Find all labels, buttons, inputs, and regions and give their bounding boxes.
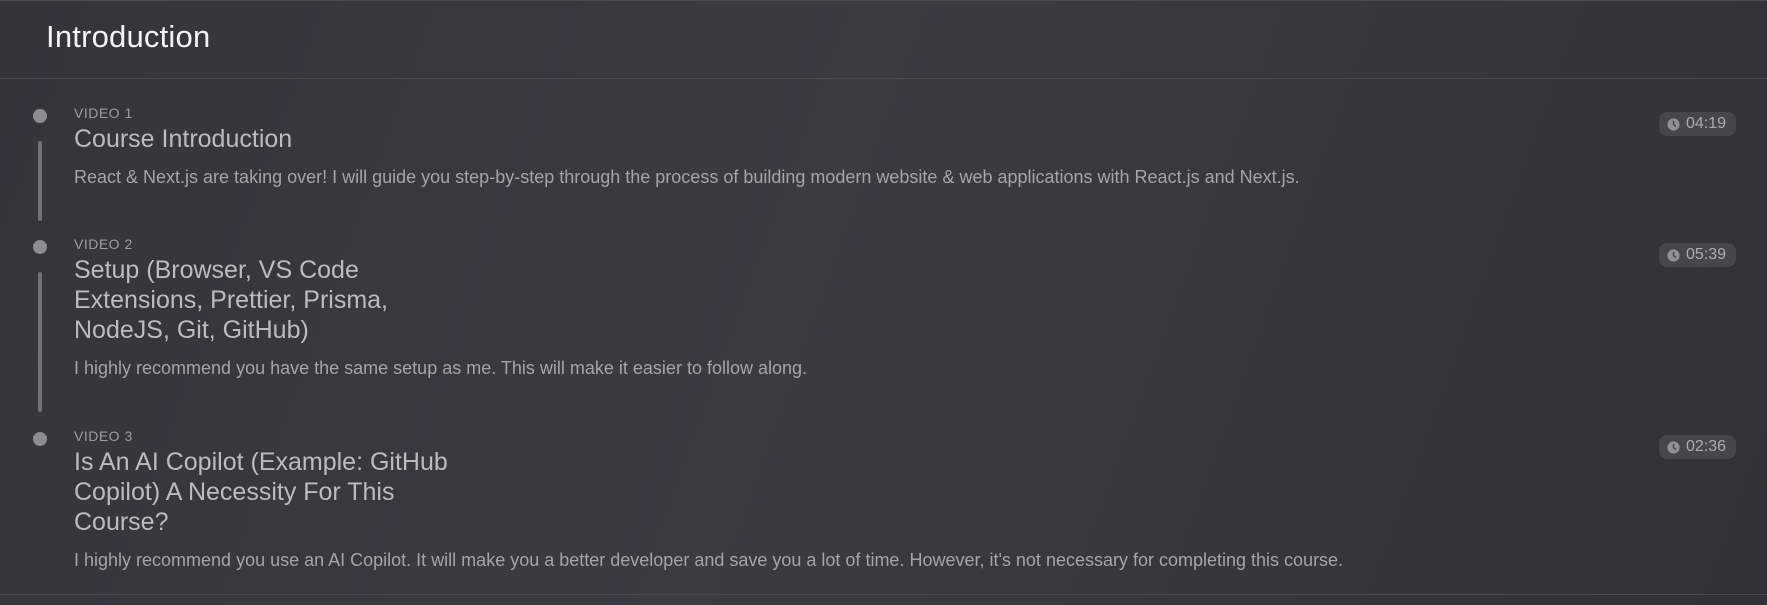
video-title[interactable]: Is An AI Copilot (Example: GitHub Copilo… (74, 447, 474, 537)
timeline-connector (38, 272, 42, 412)
video-description: I highly recommend you have the same set… (74, 358, 808, 378)
timeline-dot-icon (33, 240, 47, 254)
video-number: VIDEO 3 (74, 428, 133, 444)
duration-badge: 04:19 (1658, 112, 1736, 136)
duration-text: 05:39 (1685, 246, 1726, 263)
section-divider (0, 594, 1767, 595)
clock-icon (1667, 117, 1680, 131)
clock-icon (1667, 248, 1680, 262)
duration-text: 04:19 (1685, 115, 1726, 132)
video-description: I highly recommend you use an AI Copilot… (74, 550, 1344, 570)
timeline-dot-icon (33, 109, 47, 123)
video-number: VIDEO 1 (74, 105, 133, 121)
video-title[interactable]: Course Introduction (74, 124, 494, 154)
video-title[interactable]: Setup (Browser, VS Code Extensions, Pret… (74, 255, 414, 345)
timeline-connector (38, 141, 42, 221)
clock-icon (1667, 440, 1680, 454)
video-description: React & Next.js are taking over! I will … (74, 167, 1300, 187)
video-number: VIDEO 2 (74, 236, 133, 252)
course-section-panel: Introduction VIDEO 1 Course Introduction… (0, 0, 1767, 605)
section-title: Introduction (46, 19, 211, 54)
timeline-dot-icon (33, 432, 47, 446)
duration-badge: 02:36 (1658, 435, 1736, 459)
video-list: VIDEO 1 Course Introduction React & Next… (0, 79, 1767, 595)
duration-badge: 05:39 (1658, 243, 1736, 267)
section-header[interactable]: Introduction (0, 1, 1767, 79)
duration-text: 02:36 (1685, 438, 1726, 455)
